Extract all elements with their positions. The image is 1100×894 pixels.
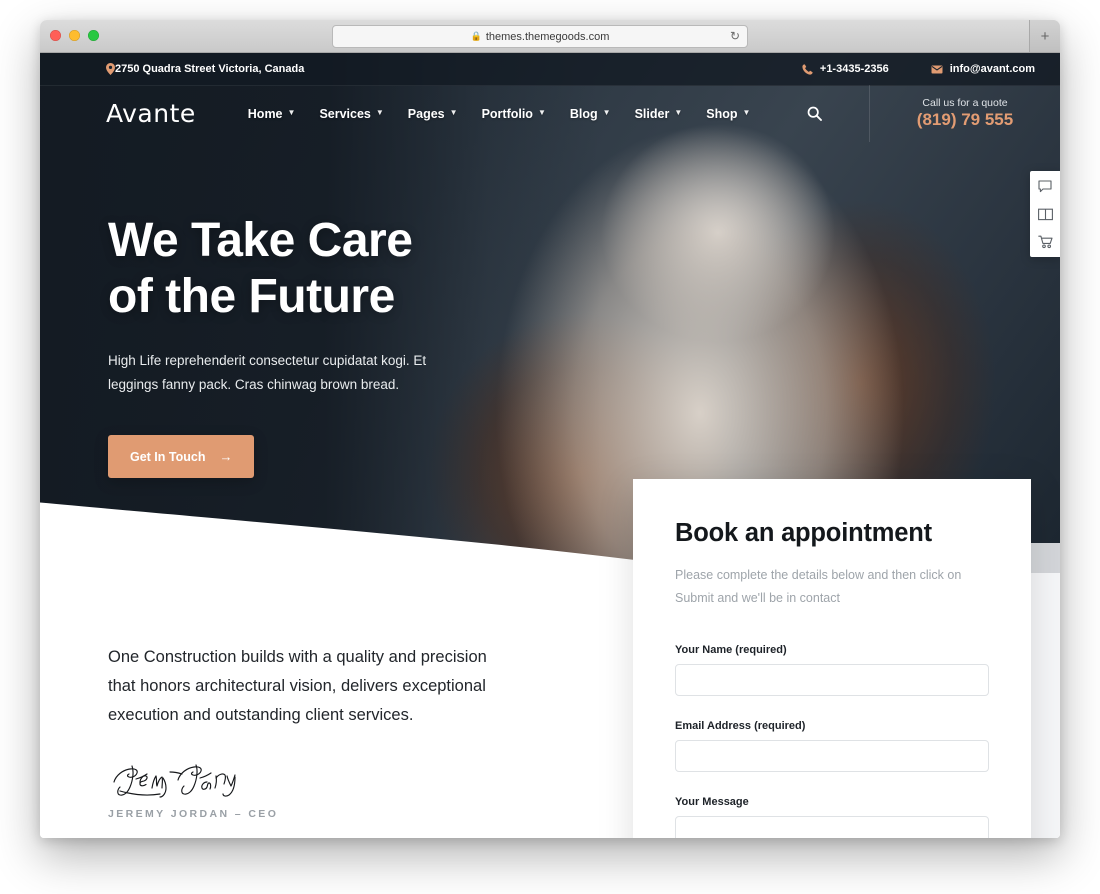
arrow-right-icon: → [219,449,233,464]
nav-item-label: Services [319,106,371,121]
minimize-window-button[interactable] [69,30,80,41]
signature-image [108,758,258,802]
nav-item-pages[interactable]: Pages ▼ [408,107,458,121]
screenshot-root: 🔒 themes.themegoods.com ↻ + 2750 Quadra … [0,0,1100,894]
nav-item-label: Pages [407,106,445,121]
quote-callout[interactable]: Call us for a quote (819) 79 555 [869,85,1060,142]
chevron-down-icon: ▼ [449,108,458,117]
nav-item-label: Blog [569,106,598,121]
shopping-cart-icon[interactable] [1034,233,1056,251]
top-info-bar: 2750 Quadra Street Victoria, Canada +1-3… [40,53,1060,86]
topbar-email-text: info@avant.com [949,63,1035,75]
lock-icon: 🔒 [470,31,482,41]
email-input[interactable] [675,740,989,772]
message-field-label: Your Message [675,796,749,808]
nav-item-slider[interactable]: Slider ▼ [635,107,683,121]
nav-item-shop[interactable]: Shop ▼ [706,107,750,121]
hero-subtitle: High Life reprehenderit consectetur cupi… [108,353,427,392]
hero-title: We Take Care of the Future [108,213,528,325]
form-field-message: Your Message [675,796,989,838]
nav-item-label: Slider [634,106,670,121]
nav-item-label: Shop [706,106,738,121]
message-textarea[interactable] [675,816,989,838]
booking-form-card: Book an appointment Please complete the … [633,479,1031,838]
nav-item-services[interactable]: Services ▼ [319,107,383,121]
topbar-phone[interactable]: +1-3435-2356 [802,63,889,75]
booking-description: Please complete the details below and th… [675,568,962,605]
address-bar[interactable]: 🔒 themes.themegoods.com ↻ [332,25,748,48]
topbar-address: 2750 Quadra Street Victoria, Canada [106,63,304,75]
site-logo[interactable]: Avante [106,99,196,128]
nav-item-label: Home [247,106,283,121]
hero-content: We Take Care of the Future High Life rep… [108,213,528,478]
main-navigation-bar: Avante Home ▼ Services ▼ Pages ▼ Portfol… [40,85,1060,142]
chevron-down-icon: ▼ [674,108,683,117]
intro-text-column: One Construction builds with a quality a… [40,573,508,820]
chevron-down-icon: ▼ [287,108,296,117]
book-icon[interactable] [1034,205,1056,223]
quote-label: Call us for a quote [922,97,1008,109]
window-traffic-lights [50,30,99,41]
cta-label: Get In Touch [130,449,206,464]
author-name: JEREMY JORDAN – CEO [108,808,279,820]
search-icon[interactable] [807,106,823,121]
maximize-window-button[interactable] [88,30,99,41]
hero-title-line-2: of the Future [108,270,395,323]
topbar-contacts: +1-3435-2356 info@avant.com [802,63,1035,75]
chevron-down-icon: ▼ [375,108,384,117]
hero-title-line-1: We Take Care [108,214,413,267]
nav-item-home[interactable]: Home ▼ [248,107,296,121]
form-field-name: Your Name (required) [675,644,989,696]
topbar-phone-text: +1-3435-2356 [819,63,889,75]
name-field-label: Your Name (required) [675,644,787,656]
booking-title: Book an appointment [675,519,932,547]
quote-phone-number: (819) 79 555 [916,110,1014,129]
phone-icon [802,63,813,75]
email-field-label: Email Address (required) [675,720,806,732]
nav-item-portfolio[interactable]: Portfolio ▼ [482,107,546,121]
topbar-email[interactable]: info@avant.com [931,63,1035,75]
page-viewport: 2750 Quadra Street Victoria, Canada +1-3… [40,53,1060,838]
reload-icon[interactable]: ↻ [730,29,740,43]
close-window-button[interactable] [50,30,61,41]
address-bar-url: themes.themegoods.com [485,30,610,43]
chevron-down-icon: ▼ [742,108,751,117]
envelope-icon [931,65,943,74]
browser-chrome-bar: 🔒 themes.themegoods.com ↻ + [40,20,1060,53]
map-pin-icon [106,63,115,75]
chevron-down-icon: ▼ [537,108,546,117]
form-field-email: Email Address (required) [675,720,989,772]
floating-side-panel [1030,171,1060,257]
topbar-address-text: 2750 Quadra Street Victoria, Canada [115,63,305,75]
nav-menu: Home ▼ Services ▼ Pages ▼ Portfolio ▼ Bl… [248,106,823,121]
get-in-touch-button[interactable]: Get In Touch → [108,435,255,478]
name-input[interactable] [675,664,989,696]
intro-paragraph: One Construction builds with a quality a… [108,648,487,724]
chevron-down-icon: ▼ [602,108,611,117]
new-tab-button[interactable]: + [1029,20,1060,52]
nav-item-blog[interactable]: Blog ▼ [570,107,611,121]
browser-window: 🔒 themes.themegoods.com ↻ + 2750 Quadra … [40,20,1060,838]
nav-item-label: Portfolio [481,106,533,121]
chat-bubble-icon[interactable] [1034,177,1056,195]
